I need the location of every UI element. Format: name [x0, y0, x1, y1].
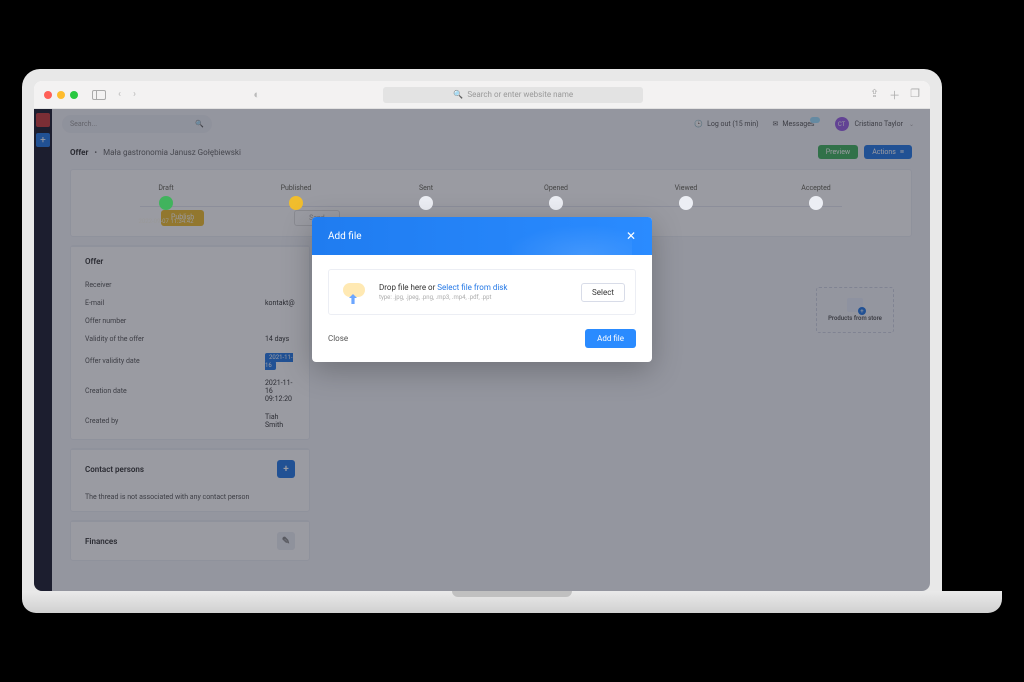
browser-chrome: ‹ › ◐ 🔍 Search or enter website name ⇪ ＋… — [34, 81, 930, 109]
add-file-modal: Add file ✕ Drop file here or Select file… — [312, 217, 652, 362]
app-logo-icon[interactable] — [36, 113, 50, 127]
clock-icon: 🕒 — [694, 120, 703, 128]
nav-back-icon[interactable]: ‹ — [118, 89, 121, 100]
avatar: CT — [835, 117, 849, 131]
step-published-circle — [289, 196, 303, 210]
creation-label: Creation date — [85, 387, 265, 395]
step-opened-circle — [549, 196, 563, 210]
offer-number-label: Offer number — [85, 317, 265, 325]
finances-title: Finances — [85, 537, 117, 546]
contacts-title: Contact persons — [85, 465, 144, 474]
envelope-icon: ✉ — [773, 120, 779, 128]
select-from-disk-link[interactable]: Select file from disk — [437, 283, 507, 292]
share-icon[interactable]: ⇪ — [870, 87, 879, 103]
nav-forward-icon[interactable]: › — [133, 89, 136, 100]
new-tab-icon[interactable]: ＋ — [889, 87, 900, 103]
email-label: E-mail — [85, 299, 265, 307]
creation-value: 2021-11-16 09:12:20 — [265, 379, 295, 403]
rail-add-button[interactable]: + — [36, 133, 50, 147]
validity-date-label: Offer validity date — [85, 357, 265, 365]
address-placeholder: Search or enter website name — [467, 90, 573, 99]
step-draft-timestamp: 2022-09-07 11:34:42 — [139, 218, 194, 225]
actions-button[interactable]: Actions ≡ — [864, 145, 912, 159]
contacts-card: Contact persons + The thread is not asso… — [70, 448, 310, 512]
contacts-empty: The thread is not associated with any co… — [85, 493, 249, 501]
createdby-value: Tiah Smith — [265, 413, 295, 429]
upload-illustration-icon — [339, 280, 369, 304]
breadcrumb-root[interactable]: Offer — [70, 148, 88, 157]
tabs-icon[interactable]: ❐ — [910, 87, 920, 103]
search-input[interactable]: Search... 🔍 — [62, 115, 212, 133]
window-max-dot[interactable] — [70, 91, 78, 99]
window-min-dot[interactable] — [57, 91, 65, 99]
step-opened: Opened — [544, 184, 568, 192]
step-draft-circle — [159, 196, 173, 210]
sidebar-toggle-icon[interactable] — [92, 90, 106, 100]
search-icon: 🔍 — [453, 90, 463, 99]
step-draft: Draft — [158, 184, 173, 192]
store-icon: + — [847, 298, 863, 312]
privacy-shield-icon: ◐ — [253, 88, 260, 101]
offer-card: Offer Receiver E-mailkontakt@ Offer numb… — [70, 245, 310, 440]
select-button[interactable]: Select — [581, 283, 625, 302]
menu-icon: ≡ — [900, 148, 904, 156]
window-close-dot[interactable] — [44, 91, 52, 99]
left-rail: + — [34, 109, 52, 591]
user-name: Cristiano Taylor — [855, 120, 903, 128]
search-placeholder: Search... — [70, 120, 97, 128]
modal-title: Add file — [328, 231, 362, 242]
edit-finances-button[interactable]: ✎ — [277, 532, 295, 550]
step-accepted-circle — [809, 196, 823, 210]
step-published: Published — [281, 184, 312, 192]
breadcrumb: Offer • Mała gastronomia Janusz Gołębiew… — [52, 139, 930, 165]
drop-prefix: Drop file here or — [379, 283, 435, 292]
step-sent-circle — [419, 196, 433, 210]
modal-close-text[interactable]: Close — [328, 334, 348, 343]
address-bar[interactable]: 🔍 Search or enter website name — [383, 87, 643, 103]
step-sent: Sent — [419, 184, 433, 192]
add-contact-button[interactable]: + — [277, 460, 295, 478]
offer-section-title: Offer — [71, 246, 309, 276]
breadcrumb-current: Mała gastronomia Janusz Gołębiewski — [103, 148, 241, 157]
step-viewed-circle — [679, 196, 693, 210]
products-from-store-box[interactable]: + Products from store — [816, 287, 894, 333]
finances-card: Finances ✎ — [70, 520, 310, 561]
receiver-label: Receiver — [85, 281, 265, 289]
user-menu[interactable]: CT Cristiano Taylor ⌄ — [829, 115, 920, 133]
store-label: Products from store — [828, 315, 882, 322]
modal-close-button[interactable]: ✕ — [626, 229, 636, 243]
logout-link[interactable]: 🕒 Log out (15 min) — [694, 120, 758, 128]
file-dropzone[interactable]: Drop file here or Select file from disk … — [328, 269, 636, 315]
file-types-hint: type: .jpg, .jpeg, .png, .mp3, .mp4, .pd… — [379, 294, 571, 301]
step-viewed: Viewed — [675, 184, 698, 192]
chevron-down-icon: ⌄ — [909, 121, 914, 128]
createdby-label: Created by — [85, 417, 265, 425]
validity-label: Validity of the offer — [85, 335, 265, 343]
messages-link[interactable]: ✉ Messages — [773, 120, 815, 128]
add-file-button[interactable]: Add file — [585, 329, 636, 348]
preview-button[interactable]: Preview — [818, 145, 858, 159]
validity-value: 14 days — [265, 335, 289, 343]
email-value: kontakt@ — [265, 299, 295, 307]
search-icon: 🔍 — [195, 120, 204, 128]
validity-date-badge: 2021-11-16 — [265, 353, 293, 370]
step-accepted: Accepted — [801, 184, 831, 192]
